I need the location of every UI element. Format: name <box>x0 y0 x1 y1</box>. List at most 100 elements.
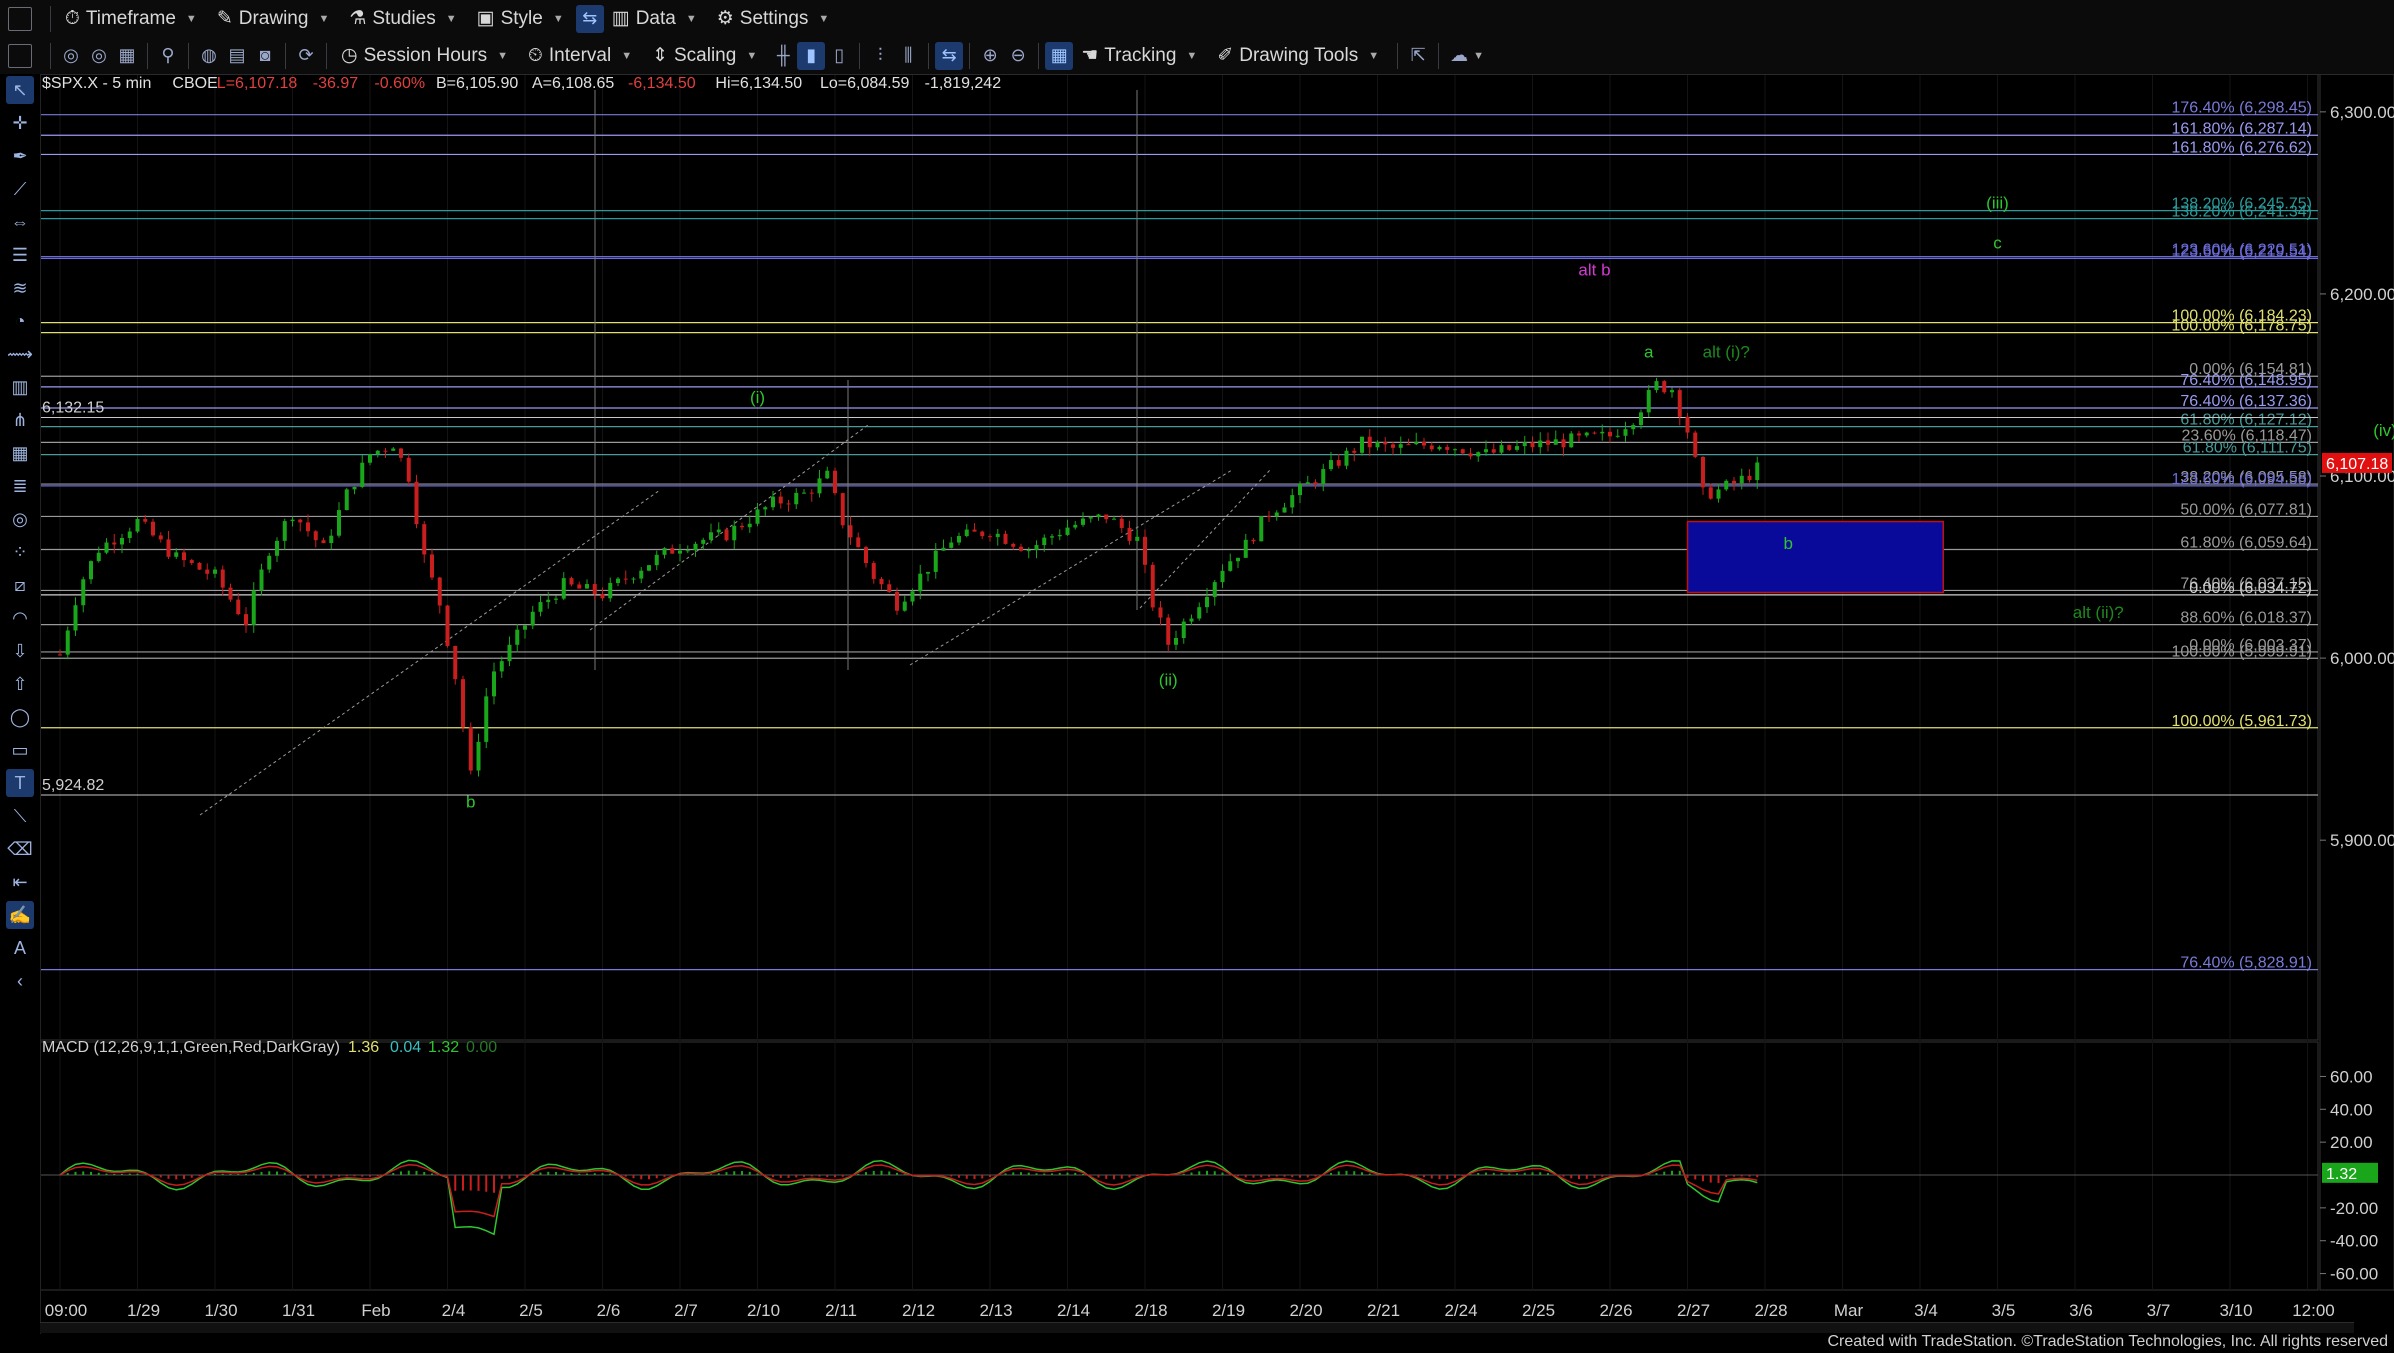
session-hours-menu[interactable]: ◷ Session Hours ▼ <box>333 41 516 71</box>
pitchfork-icon[interactable]: ⋔ <box>6 406 34 434</box>
chevron-down-icon[interactable]: ▼ <box>1473 50 1484 62</box>
candle-body <box>492 671 496 697</box>
tracking-label: Tracking <box>1104 44 1177 66</box>
candle-body <box>127 531 132 538</box>
pen-icon[interactable]: ✒ <box>6 142 34 170</box>
draw-mode-icon[interactable]: ✍ <box>6 901 34 929</box>
spiral-icon[interactable]: ◎ <box>6 505 34 533</box>
time-scrollbar[interactable] <box>40 1322 2354 1333</box>
ellipse-icon[interactable]: ◯ <box>6 703 34 731</box>
x-tick-label: 2/27 <box>1677 1301 1710 1320</box>
candle-body <box>422 524 427 555</box>
x-tick-label: 3/4 <box>1914 1301 1938 1320</box>
candle-body <box>499 661 504 672</box>
candle-body <box>96 552 101 562</box>
expand-icon[interactable]: ‹ <box>6 967 34 995</box>
chat-icon[interactable]: ☁ <box>1445 42 1473 70</box>
pointer-icon[interactable]: ↖ <box>6 76 34 104</box>
camera-icon[interactable]: ◙ <box>251 42 279 70</box>
candle-body <box>1584 432 1589 436</box>
fib-extension-icon[interactable]: ≋ <box>6 274 34 302</box>
bar-style-icon[interactable]: ╫ <box>769 42 797 70</box>
lines-icon[interactable]: ≣ <box>6 472 34 500</box>
dots-icon[interactable]: ⁘ <box>6 538 34 566</box>
timeframe-menu[interactable]: ⏱ Timeframe ▼ <box>57 4 205 34</box>
studies-menu[interactable]: ⚗ Studies ▼ <box>341 4 464 34</box>
globe-icon[interactable]: ◍ <box>195 42 223 70</box>
hollow-candle-icon[interactable]: ▯ <box>825 42 853 70</box>
fib-level-label: 100.00% (5,961.73) <box>2171 713 2312 730</box>
grid-icon[interactable]: ▦ <box>113 42 141 70</box>
wave-label: b <box>1784 534 1793 553</box>
crosshair-icon[interactable]: ✛ <box>6 109 34 137</box>
text-icon[interactable]: T <box>6 769 34 797</box>
circle-icon[interactable]: ◎ <box>85 42 113 70</box>
gann-icon[interactable]: ⟿ <box>6 340 34 368</box>
refresh-icon[interactable]: ⟳ <box>292 42 320 70</box>
trendline-icon[interactable]: ⟋ <box>6 175 34 203</box>
candle-body <box>1677 390 1682 417</box>
macd-tick-label: 40.00 <box>2330 1100 2373 1119</box>
tracking-menu[interactable]: ☚ Tracking ▼ <box>1073 41 1205 71</box>
move-left-icon[interactable]: ⇤ <box>6 868 34 896</box>
link-icon[interactable]: ⇆ <box>935 41 964 70</box>
interval-menu[interactable]: ⏲ Interval ▼ <box>520 41 640 71</box>
zoom-in-icon[interactable]: ⊕ <box>976 42 1004 70</box>
settings-menu[interactable]: ⚙ Settings ▼ <box>709 4 838 34</box>
style-menu[interactable]: ▣ Style ▼ <box>469 4 572 34</box>
arrow-up-icon[interactable]: ⇧ <box>6 670 34 698</box>
drawing-menu[interactable]: ✎ Drawing ▼ <box>209 4 338 34</box>
ruler-icon[interactable]: ⟍ <box>6 802 34 830</box>
zoom-out-icon[interactable]: ⊖ <box>1004 42 1032 70</box>
candle-body <box>1406 444 1411 446</box>
arrow-down-icon[interactable]: ⇩ <box>6 637 34 665</box>
spacing-wide-icon[interactable]: ⫼ <box>894 42 922 70</box>
candle-body <box>631 578 636 580</box>
price-chart[interactable]: 176.40% (6,298.45) 161.80% (6,287.14) 161.… <box>0 0 2394 1353</box>
table-icon[interactable]: ▦ <box>6 439 34 467</box>
fib-retracement-icon[interactable]: ☰ <box>6 241 34 269</box>
candle-body <box>1127 527 1132 541</box>
hand-icon: ☚ <box>1081 45 1099 66</box>
channel-icon[interactable]: ⧄ <box>6 571 34 599</box>
circle-icon[interactable]: ◎ <box>57 42 85 70</box>
scaling-menu[interactable]: ⇕ Scaling ▼ <box>644 41 765 71</box>
rectangle-icon[interactable]: ▭ <box>6 736 34 764</box>
macd-value: 0.00 <box>466 1039 497 1056</box>
candle-body <box>360 462 365 487</box>
candle-body <box>1476 452 1481 457</box>
candle-body <box>135 519 140 532</box>
binoculars-icon[interactable]: ⚲ <box>154 42 182 70</box>
grid-toggle-icon[interactable]: ▦ <box>1045 41 1074 70</box>
data-menu[interactable]: ▥ Data ▼ <box>604 4 705 34</box>
eraser-icon[interactable]: ⌫ <box>6 835 34 863</box>
export-icon[interactable]: ⇱ <box>1404 42 1432 70</box>
chevron-down-icon: ▼ <box>1186 49 1198 62</box>
candle-body <box>724 529 729 541</box>
link-icon[interactable]: ⇆ <box>575 4 604 33</box>
y-tick-label: 6,000.00 <box>2330 649 2394 668</box>
candle-body <box>1065 527 1070 535</box>
window-menu-button[interactable] <box>0 4 40 34</box>
x-tick-label: 2/10 <box>747 1301 780 1320</box>
candle-body <box>1135 536 1140 541</box>
spacing-narrow-icon[interactable]: ⫶ <box>866 42 894 70</box>
bar-icon[interactable]: ▥ <box>6 373 34 401</box>
candlestick-icon[interactable]: ▮ <box>797 41 826 70</box>
candle-body <box>1143 536 1147 565</box>
save-icon[interactable]: ▤ <box>223 42 251 70</box>
cycle-icon[interactable]: ◔ <box>6 307 34 335</box>
candle-body <box>414 481 419 525</box>
annotation-icon[interactable]: A <box>6 934 34 962</box>
drawing-tools-menu[interactable]: ✐ Drawing Tools ▼ <box>1209 41 1387 71</box>
arc-icon[interactable]: ◠ <box>6 604 34 632</box>
horizontal-line-icon[interactable]: ⇔ <box>6 208 34 236</box>
x-tick-label: Feb <box>361 1301 390 1320</box>
layout-button[interactable] <box>0 41 40 71</box>
candle-body <box>530 611 535 626</box>
candle-body <box>1747 475 1752 481</box>
macd-value: 1.32 <box>428 1039 459 1056</box>
x-tick-label: 09:00 <box>45 1301 88 1320</box>
x-tick-label: 3/5 <box>1992 1301 2016 1320</box>
candle-body <box>887 584 892 593</box>
